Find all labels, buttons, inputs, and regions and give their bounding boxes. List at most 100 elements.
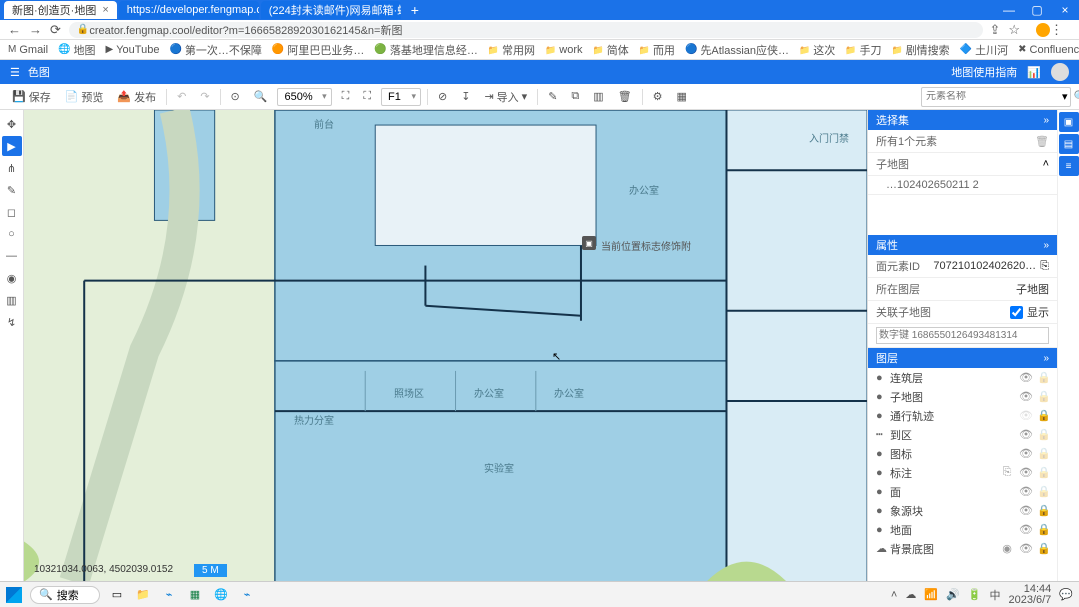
- layer-row[interactable]: ☁背景底图◉👁🔒: [868, 539, 1057, 558]
- bookmark-folder[interactable]: 常用网: [488, 42, 535, 58]
- layer-row[interactable]: ●连筑层👁🔒: [868, 368, 1057, 387]
- bookmark-icon[interactable]: ☆: [1008, 22, 1020, 38]
- search-icon[interactable]: 🔍: [1068, 90, 1079, 103]
- properties-header[interactable]: 属性»: [868, 235, 1057, 255]
- lock-icon[interactable]: 🔒: [1037, 504, 1049, 517]
- panel-toggle-3[interactable]: ≡: [1059, 156, 1079, 176]
- bookmark[interactable]: 🔷 土川河: [960, 42, 1008, 58]
- cloud-icon[interactable]: ☁: [905, 588, 916, 601]
- bookmark-folder[interactable]: 简体: [593, 42, 629, 58]
- view-icon[interactable]: ◉: [1001, 542, 1013, 555]
- lock-icon[interactable]: 🔒: [1037, 466, 1049, 479]
- minimize-button[interactable]: —: [995, 3, 1023, 17]
- bookmark[interactable]: ▶ YouTube: [106, 44, 160, 56]
- eye-icon[interactable]: 👁: [1019, 542, 1031, 555]
- select-tool[interactable]: ▶: [2, 136, 22, 156]
- menu-icon[interactable]: ⋮: [1050, 22, 1063, 38]
- bars-icon[interactable]: ▥: [589, 88, 607, 105]
- path-tool[interactable]: ↯: [2, 312, 22, 332]
- eye-icon[interactable]: 👁: [1019, 447, 1031, 460]
- wifi-icon[interactable]: 📶: [924, 588, 938, 601]
- maximize-button[interactable]: ▢: [1023, 3, 1051, 17]
- line-tool[interactable]: —: [2, 246, 22, 266]
- calendar-icon[interactable]: ▦: [673, 88, 691, 105]
- zoom-select[interactable]: 650%: [277, 88, 331, 106]
- copy-icon[interactable]: ⎘: [1001, 466, 1013, 479]
- brush-tool[interactable]: ✎: [2, 180, 22, 200]
- search-input[interactable]: [922, 91, 1062, 102]
- browser-tab[interactable]: 新图·创造页·地图×: [4, 1, 117, 19]
- url-input[interactable]: 🔒 creator.fengmap.cool/editor?m=16665828…: [69, 22, 984, 38]
- chart-icon[interactable]: ⧉: [567, 88, 583, 105]
- vscode2-icon[interactable]: ⌁: [238, 586, 256, 604]
- element-search[interactable]: ▾ 🔍: [921, 87, 1071, 107]
- taskbar-search[interactable]: 🔍 搜索: [30, 586, 100, 604]
- layers-header[interactable]: 图层»: [868, 348, 1057, 368]
- lock-icon[interactable]: 🔒: [1037, 371, 1049, 384]
- redo-button[interactable]: ↷: [196, 88, 213, 105]
- eye-icon[interactable]: 👁: [1019, 371, 1031, 384]
- battery-icon[interactable]: 🔋: [968, 588, 982, 601]
- hamburger-icon[interactable]: ☰: [10, 66, 20, 79]
- copy-icon[interactable]: ⎘: [1040, 260, 1049, 273]
- lock-icon[interactable]: 🔒: [1037, 428, 1049, 441]
- show-checkbox[interactable]: [1010, 306, 1023, 319]
- vscode-icon[interactable]: ⌁: [160, 586, 178, 604]
- eye-icon[interactable]: 👁: [1019, 504, 1031, 517]
- system-tray[interactable]: ˄ ☁ 📶 🔊 🔋 中 14:44 2023/6/7 💬: [891, 584, 1073, 606]
- eye-icon[interactable]: 👁: [1019, 485, 1031, 498]
- chrome-icon[interactable]: 🌐: [212, 586, 230, 604]
- circle-tool[interactable]: ○: [2, 224, 22, 244]
- ruler-tool[interactable]: ▥: [2, 290, 22, 310]
- eye-icon[interactable]: 👁: [1019, 390, 1031, 403]
- move-tool[interactable]: ✥: [2, 114, 22, 134]
- lock-icon[interactable]: 🔒: [1037, 542, 1049, 555]
- panel-toggle-2[interactable]: ▤: [1059, 134, 1079, 154]
- bookmark[interactable]: 🔵 先Atlassian应侠…: [685, 42, 789, 58]
- profile-avatar[interactable]: [1036, 23, 1050, 37]
- layer-off-button[interactable]: ⊘: [434, 88, 451, 105]
- share-icon[interactable]: ⇪: [989, 22, 1000, 38]
- bookmark-folder[interactable]: 剧情搜索: [891, 42, 949, 58]
- browser-tab[interactable]: https://developer.fengmap.c…×: [119, 1, 259, 19]
- trash-icon[interactable]: 🗑: [1035, 135, 1049, 148]
- close-button[interactable]: ×: [1051, 3, 1079, 17]
- bookmark[interactable]: 🟠 阿里巴巴业务…: [272, 42, 364, 58]
- location-marker-icon[interactable]: ▣: [582, 236, 596, 250]
- layer-row[interactable]: ┅到区👁🔒: [868, 425, 1057, 444]
- notifications-icon[interactable]: 💬: [1059, 588, 1073, 601]
- floor-select[interactable]: F1: [381, 88, 421, 106]
- clock[interactable]: 14:44 2023/6/7: [1008, 584, 1051, 606]
- browser-tab[interactable]: (224封未读邮件)网易邮箱·蛟…×: [261, 1, 401, 19]
- marker-tool[interactable]: ◉: [2, 268, 22, 288]
- number-input[interactable]: [876, 327, 1049, 344]
- map-canvas[interactable]: 前台 办公室 入门门禁 ▣ 当前位置标志修饰附 照场区 办公室 办公室 热力分室…: [24, 110, 867, 581]
- lock-icon[interactable]: 🔒: [1037, 390, 1049, 403]
- fullscreen-button[interactable]: ⛶: [359, 88, 375, 105]
- expand-icon[interactable]: »: [1043, 240, 1049, 251]
- import-button[interactable]: ⇥ 导入 ▾: [480, 87, 531, 107]
- start-button[interactable]: [6, 587, 22, 603]
- stats-icon[interactable]: 📊: [1027, 66, 1041, 79]
- selection-header[interactable]: 选择集»: [868, 110, 1057, 130]
- bookmark[interactable]: 🔵 第一次…不保障: [169, 42, 261, 58]
- bookmark-folder[interactable]: 手刀: [845, 42, 881, 58]
- forward-button[interactable]: →: [29, 22, 42, 37]
- layer-row[interactable]: ●通行轨迹👁🔒: [868, 406, 1057, 425]
- save-button[interactable]: 💾 保存: [8, 87, 55, 107]
- publish-button[interactable]: 📤 发布: [113, 87, 160, 107]
- node-tool[interactable]: ⋔: [2, 158, 22, 178]
- bookmark[interactable]: ✖ Confluence: [1018, 44, 1079, 56]
- explorer-icon[interactable]: 📁: [134, 586, 152, 604]
- eye-icon[interactable]: 👁: [1019, 466, 1031, 479]
- lock-icon[interactable]: 🔒: [1037, 447, 1049, 460]
- lock-icon[interactable]: 🔒: [1037, 485, 1049, 498]
- edit-icon[interactable]: ✎: [544, 88, 561, 105]
- user-avatar[interactable]: [1051, 63, 1069, 81]
- taskview-icon[interactable]: ▭: [108, 586, 126, 604]
- eye-icon[interactable]: 👁: [1019, 409, 1031, 422]
- tray-up-icon[interactable]: ˄: [891, 589, 897, 601]
- layer-row[interactable]: ●象源块👁🔒: [868, 501, 1057, 520]
- panel-toggle-1[interactable]: ▣: [1059, 112, 1079, 132]
- bookmark[interactable]: 🌐 地图: [58, 42, 95, 58]
